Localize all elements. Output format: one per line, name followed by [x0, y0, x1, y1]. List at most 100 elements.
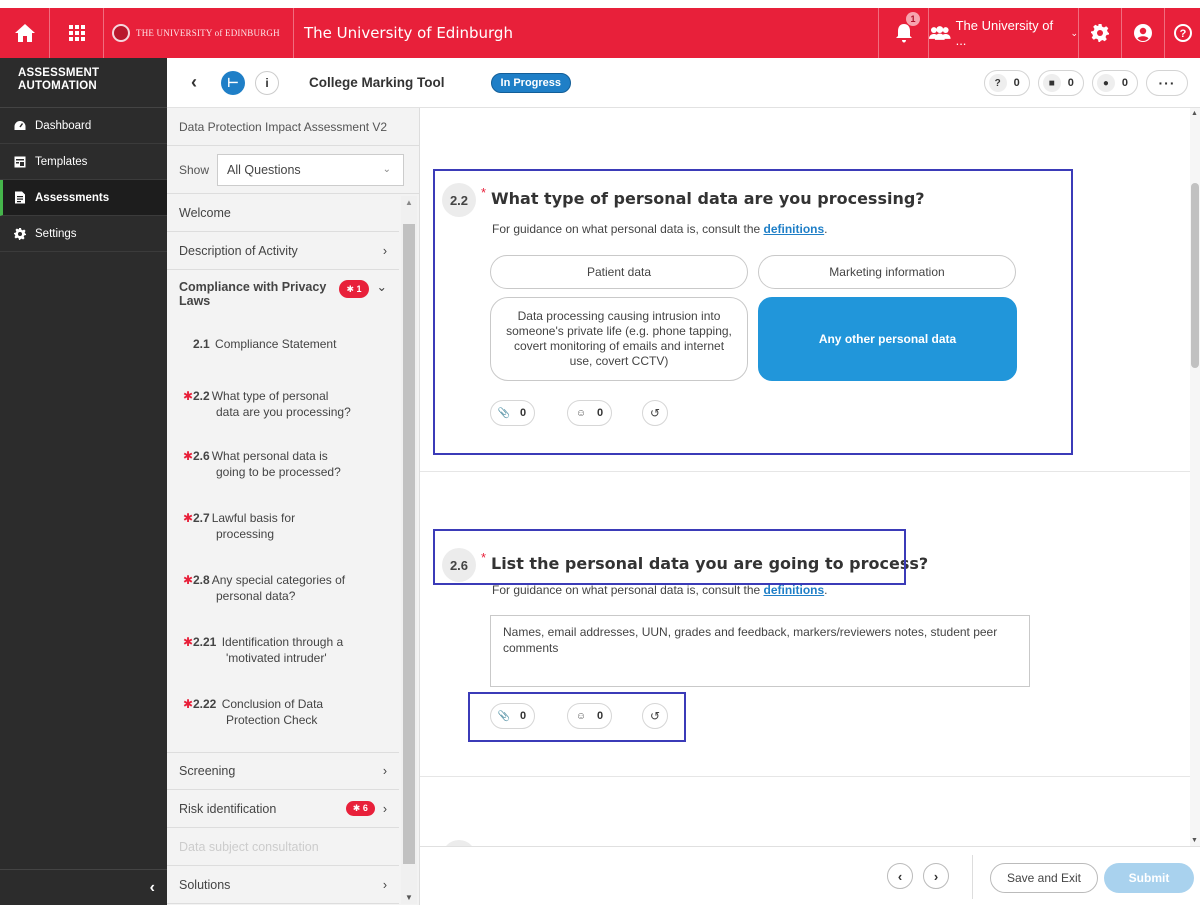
- footer-divider: [972, 855, 973, 899]
- content-scrollbar[interactable]: ▲ ▼: [1190, 108, 1200, 846]
- section-screening[interactable]: Screening ›: [167, 752, 399, 790]
- previous-question-button[interactable]: ‹: [887, 863, 913, 889]
- settings-button[interactable]: [1078, 8, 1121, 58]
- section-risk-identification[interactable]: Risk identification ✱ 6 ›: [167, 790, 399, 828]
- scroll-up-icon[interactable]: ▲: [405, 198, 413, 207]
- sidebar-item-label: Assessments: [35, 191, 110, 204]
- section-compliance[interactable]: Compliance with Privacy Laws ✱ 1 ⌄: [167, 270, 399, 330]
- profile-button[interactable]: [1121, 8, 1164, 58]
- sidebar: ASSESSMENT AUTOMATION Dashboard Template…: [0, 58, 167, 905]
- home-icon: [14, 24, 35, 42]
- questions-counter[interactable]: ? 0: [983, 70, 1030, 96]
- section-data-subject-consultation: Data subject consultation: [167, 828, 399, 866]
- section-description[interactable]: Description of Activity ›: [167, 232, 399, 270]
- required-count-badge: ✱ 6: [345, 801, 375, 816]
- org-label: The University of ...: [955, 18, 1054, 48]
- section-list: Welcome Description of Activity › Complia…: [167, 194, 399, 904]
- chevron-right-icon: ›: [933, 868, 939, 884]
- more-icon: ···: [1158, 75, 1176, 91]
- bell-icon: [895, 24, 912, 43]
- submit-button[interactable]: Submit: [1104, 863, 1194, 893]
- assessments-icon: [15, 191, 25, 204]
- notes-counter[interactable]: ■ 0: [1037, 70, 1084, 96]
- users-icon: [929, 26, 951, 40]
- personal-data-answer[interactable]: Names, email addresses, UUN, grades and …: [490, 615, 1030, 687]
- required-icon: ✱: [183, 573, 194, 587]
- comments-counter[interactable]: ● 0: [1091, 70, 1138, 96]
- scroll-down-icon[interactable]: ▼: [405, 893, 413, 902]
- question-item-2-2[interactable]: ✱ 2.2 What type of personal data are you p…: [167, 386, 399, 446]
- navigator-scrollbar[interactable]: ▲ ▼: [401, 196, 417, 904]
- scroll-down-icon[interactable]: ▼: [1191, 837, 1198, 844]
- brand-text: THE UNIVERSITY of EDINBURGH: [136, 28, 280, 38]
- section-welcome[interactable]: Welcome: [167, 194, 399, 232]
- back-button[interactable]: ‹: [179, 72, 209, 93]
- question-item-2-1[interactable]: 2.1 Compliance Statement: [167, 330, 399, 386]
- sidebar-item-templates[interactable]: Templates: [0, 144, 167, 180]
- info-button[interactable]: i: [255, 70, 279, 95]
- grid-icon: [68, 25, 85, 41]
- gear-icon: [1091, 24, 1109, 42]
- notifications-button[interactable]: 1: [878, 8, 928, 58]
- university-logo: THE UNIVERSITY of EDINBURGH: [104, 8, 294, 58]
- question-item-2-22[interactable]: ✱ 2.22 Conclusion of Data Protection Chec…: [167, 694, 399, 752]
- sidebar-item-dashboard[interactable]: Dashboard: [0, 108, 167, 144]
- section-label: Risk identification: [179, 801, 277, 816]
- question-item-2-7[interactable]: ✱ 2.7 Lawful basis for processing: [167, 508, 399, 570]
- chevron-down-icon: ⌄: [1070, 27, 1078, 38]
- question-text: 2.1 Compliance Statement: [193, 337, 337, 351]
- sidebar-item-label: Dashboard: [35, 119, 92, 132]
- show-filter: Show All Questions ⌄: [167, 146, 419, 194]
- chevron-right-icon: ›: [382, 764, 387, 778]
- question-text: 2.2 What type of personal data are you pro…: [193, 389, 351, 419]
- question-text: 2.22 Conclusion of Data Protection Check: [193, 697, 324, 727]
- section-label: Solutions: [179, 877, 231, 892]
- organisation-selector[interactable]: The University of ... ⌄: [928, 8, 1078, 58]
- question-text: 2.6 What personal data is going to be proc…: [193, 449, 341, 479]
- assessment-header: ‹ ⊢ i College Marking Tool In Progress ?…: [167, 58, 1200, 108]
- sidebar-header: ASSESSMENT AUTOMATION: [0, 58, 167, 108]
- notes-count: 0: [1067, 77, 1074, 89]
- home-button[interactable]: [0, 8, 50, 58]
- save-and-exit-button[interactable]: Save and Exit: [990, 863, 1098, 893]
- comments-count: 0: [1121, 77, 1128, 89]
- question-item-2-8[interactable]: ✱ 2.8 Any special categories of personal d…: [167, 570, 399, 632]
- highlight-box: [433, 169, 1073, 455]
- tree-icon: ⊢: [227, 74, 239, 90]
- section-label: Data subject consultation: [179, 839, 319, 854]
- assessment-name: Data Protection Impact Assessment V2: [167, 108, 419, 146]
- section-label: Description of Activity: [179, 243, 298, 258]
- info-icon: i: [265, 75, 269, 90]
- university-seal-icon: [112, 24, 130, 42]
- sidebar-item-settings[interactable]: Settings: [0, 216, 167, 252]
- question-item-2-21[interactable]: ✱ 2.21 Identification through a'motivate…: [167, 632, 399, 694]
- status-badge: In Progress: [490, 72, 572, 93]
- show-select[interactable]: All Questions ⌄: [217, 153, 405, 186]
- question-navigator: Data Protection Impact Assessment V2 Sho…: [167, 108, 420, 905]
- help-button[interactable]: ?: [1164, 8, 1200, 58]
- content-scroll-thumb[interactable]: [1191, 183, 1199, 368]
- sidebar-collapse-button[interactable]: ‹: [0, 869, 167, 905]
- sidebar-item-assessments[interactable]: Assessments: [0, 180, 167, 216]
- question-guidance: For guidance on what personal data is, c…: [492, 583, 828, 597]
- gear-icon: [14, 227, 26, 240]
- question-item-2-6[interactable]: ✱ 2.6 What personal data is going to be pr…: [167, 446, 399, 508]
- required-icon: ✱: [183, 389, 194, 403]
- question-content: 2.2 * What type of personal data are you…: [420, 108, 1190, 846]
- question-icon: ?: [988, 74, 1007, 92]
- scroll-up-icon[interactable]: ▲: [1191, 110, 1198, 117]
- tool-title: College Marking Tool: [309, 75, 445, 90]
- section-solutions[interactable]: Solutions ›: [167, 866, 399, 904]
- more-options-button[interactable]: ···: [1146, 70, 1188, 96]
- navigator-scroll-thumb[interactable]: [403, 224, 415, 864]
- chevron-left-icon: ‹: [149, 878, 155, 896]
- chevron-down-icon: ⌄: [376, 280, 387, 294]
- questions-count: 0: [1013, 77, 1020, 89]
- apps-button[interactable]: [50, 8, 104, 58]
- section-label: Welcome: [179, 205, 231, 220]
- sidebar-header-line2: AUTOMATION: [18, 80, 97, 92]
- definitions-link[interactable]: definitions: [764, 583, 825, 597]
- tree-view-button[interactable]: ⊢: [221, 70, 245, 95]
- next-question-button[interactable]: ›: [923, 863, 949, 889]
- section-label: Compliance with Privacy Laws: [179, 280, 327, 308]
